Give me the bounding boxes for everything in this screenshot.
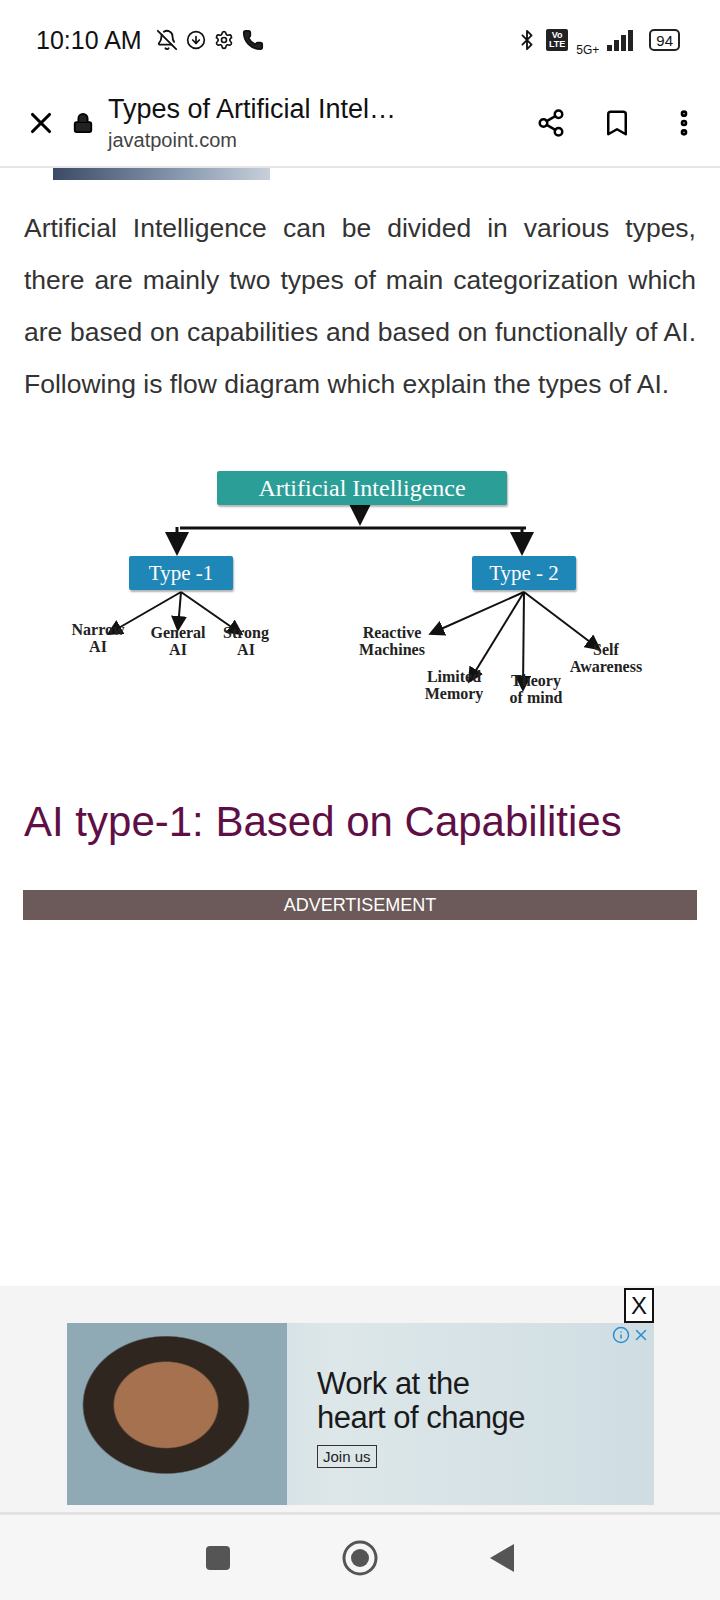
browser-toolbar: Types of Artificial Intel… javatpoint.com bbox=[0, 80, 720, 168]
signal-icon bbox=[607, 29, 635, 51]
more-icon[interactable] bbox=[668, 107, 700, 139]
ad-photo bbox=[67, 1323, 287, 1505]
network-type: 5G+ bbox=[576, 44, 599, 56]
page-info[interactable]: Types of Artificial Intel… javatpoint.com bbox=[108, 94, 522, 152]
ai-types-diagram: Artificial Intelligence Type -1Narrow AI G… bbox=[0, 448, 720, 733]
toolbar-actions bbox=[536, 107, 700, 139]
ad-close-button[interactable]: X bbox=[624, 1288, 654, 1323]
intro-paragraph: Artificial Intelligence can be divided i… bbox=[24, 202, 696, 410]
home-icon[interactable] bbox=[341, 1539, 379, 1577]
advertisement-label: ADVERTISEMENT bbox=[23, 890, 697, 920]
bookmark-icon[interactable] bbox=[602, 108, 632, 138]
diagram-leaf-node: Theory of mind bbox=[510, 672, 563, 706]
diagram-leaf-node: General AI bbox=[150, 624, 205, 658]
whatsapp-icon bbox=[242, 29, 264, 51]
download-icon bbox=[186, 30, 206, 50]
ad-join-button[interactable]: Join us bbox=[317, 1445, 377, 1468]
diagram-leaf-node: Strong AI bbox=[223, 624, 269, 658]
diagram-type-node: Type - 2 bbox=[472, 556, 576, 590]
phone-screen: 10:10 AM Vo LTE 5G+ 94 Types of Artificial I… bbox=[0, 0, 720, 1600]
ad-text: Work at the heart of change Join us bbox=[287, 1323, 654, 1505]
page-title: Types of Artificial Intel… bbox=[108, 94, 522, 125]
diagram-root-node: Artificial Intelligence bbox=[217, 471, 507, 505]
diagram-leaf-node: Reactive Machines bbox=[359, 624, 425, 658]
bluetooth-icon bbox=[516, 29, 538, 51]
article-image bbox=[53, 168, 270, 180]
share-icon[interactable] bbox=[536, 108, 566, 138]
diagram-leaf-node: Limited Memory bbox=[425, 668, 484, 702]
recents-icon[interactable] bbox=[204, 1544, 232, 1572]
ad-banner[interactable]: Work at the heart of change Join us bbox=[67, 1323, 654, 1505]
ad-x-icon[interactable] bbox=[632, 1326, 650, 1344]
section-heading: AI type-1: Based on Capabilities bbox=[24, 797, 696, 847]
clock: 10:10 AM bbox=[36, 26, 142, 55]
volte-badge: Vo LTE bbox=[546, 29, 568, 51]
diagram-type-node: Type -1 bbox=[129, 556, 233, 590]
page-url: javatpoint.com bbox=[108, 129, 522, 152]
lock-icon[interactable] bbox=[72, 112, 94, 134]
diagram-leaf-node: Self Awareness bbox=[570, 641, 642, 675]
status-right: Vo LTE 5G+ 94 bbox=[516, 24, 680, 56]
ad-close-row: X bbox=[67, 1286, 654, 1323]
muted-bell-icon bbox=[156, 29, 178, 51]
ad-space bbox=[0, 920, 720, 1286]
diagram-leaf-node: Narrow AI bbox=[71, 621, 124, 655]
ad-slot: X Work at the heart of change Join us bbox=[0, 1286, 720, 1512]
info-icon[interactable] bbox=[612, 1326, 630, 1344]
status-left: 10:10 AM bbox=[36, 26, 264, 55]
battery-indicator: 94 bbox=[649, 29, 680, 51]
status-bar: 10:10 AM Vo LTE 5G+ 94 bbox=[0, 0, 720, 80]
ad-marks bbox=[612, 1326, 650, 1344]
ad-headline: Work at the heart of change bbox=[317, 1367, 525, 1435]
gear-icon bbox=[214, 30, 234, 50]
back-icon[interactable] bbox=[488, 1542, 516, 1574]
navigation-bar bbox=[0, 1512, 720, 1600]
close-icon[interactable] bbox=[24, 106, 58, 140]
